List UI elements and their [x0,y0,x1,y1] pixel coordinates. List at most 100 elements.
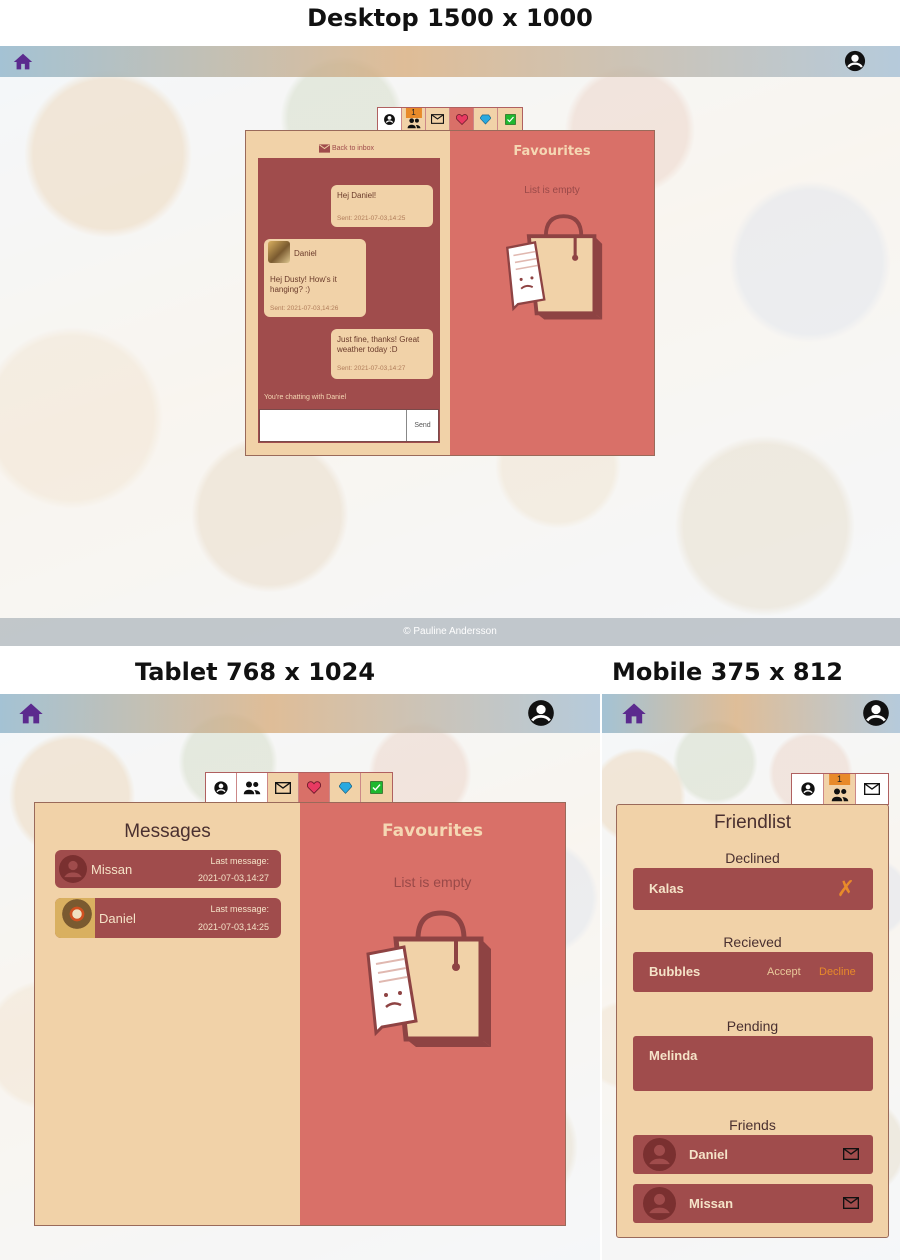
avatar-placeholder-icon [643,1138,676,1171]
send-button[interactable]: Send [406,410,438,441]
section-tabs [205,772,393,803]
chat-pane: Back to inbox Hej Daniel! Sent: 2021-07-… [246,131,450,455]
accept-button[interactable]: Accept [767,966,801,978]
mail-icon [864,783,880,795]
friendlist-title: Friendlist [713,812,792,833]
decline-button[interactable]: Decline [819,966,856,978]
favourites-title: Favourites [382,821,483,841]
diamond-icon [338,781,352,794]
chat-window: Hej Daniel! Sent: 2021-07-03,14:25 Danie… [258,158,440,443]
declined-title: Declined [725,850,780,866]
message-text: Just fine, thanks! Great weather today :… [337,335,420,354]
last-message-label: Last message: [210,904,269,914]
tab-wishlist[interactable] [474,108,498,130]
message-timestamp: Sent: 2021-07-03,14:27 [337,365,406,372]
tab-favourites[interactable] [450,108,474,130]
friendlist-card: Friendlist Declined Kalas ✗ Recieved Bub… [616,804,889,1238]
mail-icon[interactable] [843,1148,859,1160]
message-bubble-own: Just fine, thanks! Great weather today :… [331,329,433,379]
home-icon[interactable] [620,700,648,728]
friend-name: Melinda [649,1048,698,1063]
tab-profile[interactable] [378,108,402,130]
tab-owned[interactable] [361,773,392,802]
desktop-card: Back to inbox Hej Daniel! Sent: 2021-07-… [245,130,655,456]
tab-messages[interactable] [856,774,888,804]
message-timestamp: Sent: 2021-07-03,14:25 [337,215,406,222]
message-text: Hej Daniel! [337,191,377,200]
tablet-caption: Tablet 768 x 1024 [134,658,376,686]
tab-friends[interactable]: 1 [824,774,856,804]
tab-profile[interactable] [792,774,824,804]
friends-title: Friends [729,1117,776,1133]
desktop-caption: Desktop 1500 x 1000 [307,4,593,32]
received-item: Bubbles Accept Decline [633,952,873,992]
profile-icon[interactable] [527,699,555,727]
favourites-pane: Favourites List is empty [300,803,565,1225]
message-author: Daniel [294,249,317,258]
mail-icon [431,114,444,124]
top-navbar [602,694,900,733]
checkbox-icon [504,113,516,125]
tab-friends[interactable]: 1 [402,108,426,130]
mail-icon [275,781,291,794]
empty-list-text: List is empty [393,874,472,890]
remove-declined-button[interactable]: ✗ [837,876,855,902]
heart-icon [455,113,468,125]
message-timestamp: Sent: 2021-07-03,14:26 [270,305,339,312]
home-icon[interactable] [12,51,34,73]
empty-list-text: List is empty [524,185,580,196]
message-bubble-own: Hej Daniel! Sent: 2021-07-03,14:25 [331,185,433,227]
mail-icon[interactable] [843,1197,859,1209]
people-icon [243,781,261,795]
message-text: Hej Dusty! How's it hanging? :) [270,275,337,294]
friend-item[interactable]: Missan [633,1184,873,1223]
section-tabs: 1 [377,107,523,131]
heart-icon [307,781,321,794]
mobile-caption: Mobile 375 x 812 [611,658,844,686]
message-bubble-friend: Daniel Hej Dusty! How's it hanging? :) S… [264,239,366,317]
avatar-placeholder-icon [643,1187,676,1220]
message-thread-item[interactable]: Daniel Last message: 2021-07-03,14:25 [55,898,281,938]
account-circle-icon [800,782,815,796]
friend-request-badge: 1 [405,108,422,118]
messages-title: Messages [124,821,211,842]
checkbox-icon [370,781,383,794]
favourites-title: Favourites [513,144,591,159]
people-icon [831,788,848,801]
tab-messages[interactable] [426,108,450,130]
avatar-placeholder-icon [59,855,87,883]
tab-profile[interactable] [206,773,237,802]
friend-item[interactable]: Daniel [633,1135,873,1174]
friend-name: Bubbles [649,964,701,979]
pending-title: Pending [726,1018,779,1034]
message-thread-item[interactable]: Missan Last message: 2021-07-03,14:27 [55,850,281,888]
thread-name: Daniel [99,911,136,926]
tab-wishlist[interactable] [330,773,361,802]
shopping-bag-icon [366,910,491,1047]
last-message-time: 2021-07-03,14:27 [197,873,269,883]
top-navbar [0,694,600,733]
desktop-view: 1 Back to inbox Hej Daniel! Sent: 2021-0… [0,46,900,646]
received-title: Recieved [723,934,782,950]
people-icon [407,118,420,129]
account-circle-icon [214,780,228,795]
home-icon[interactable] [17,700,45,728]
tab-friends[interactable] [237,773,268,802]
diamond-icon [480,114,491,124]
avatar [55,898,95,938]
section-tabs: 1 [791,773,889,805]
tab-messages[interactable] [268,773,299,802]
thread-name: Missan [91,862,133,877]
tablet-card: Messages Missan Last message: 2021-07-03… [34,802,566,1226]
friend-request-badge: 1 [828,774,851,785]
back-to-inbox-label: Back to inbox [332,145,375,152]
mail-icon [319,144,330,153]
declined-item: Kalas ✗ [633,868,873,910]
chat-message-input[interactable]: Send [259,409,439,442]
profile-icon[interactable] [862,699,890,727]
tab-owned[interactable] [498,108,522,130]
tab-favourites[interactable] [299,773,330,802]
profile-icon[interactable] [844,50,866,72]
back-to-inbox-link[interactable]: Back to inbox [319,144,374,153]
tablet-view: Messages Missan Last message: 2021-07-03… [0,694,600,1260]
